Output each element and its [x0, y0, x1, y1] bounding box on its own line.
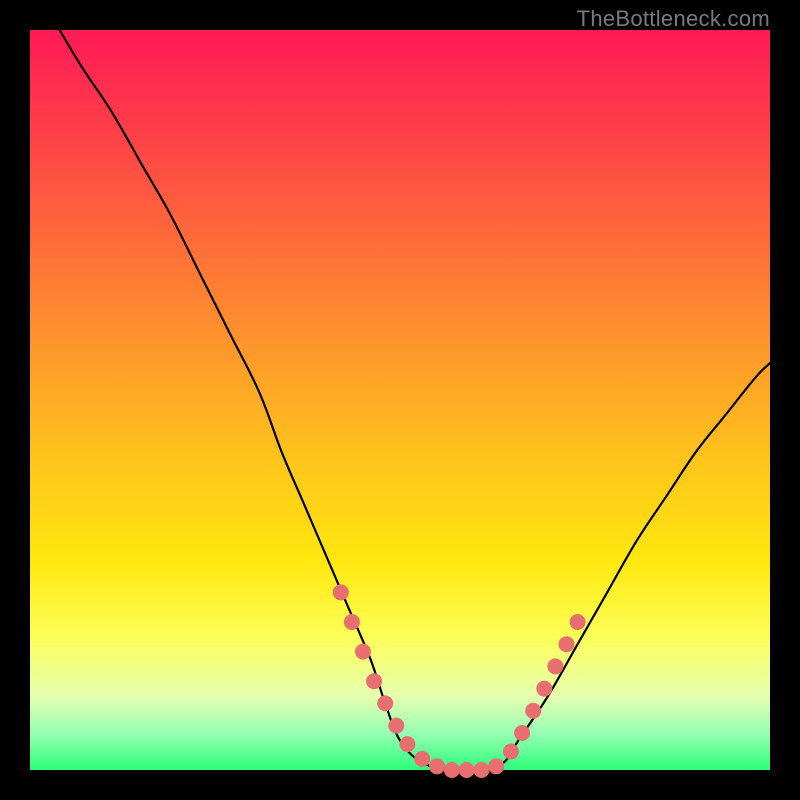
plot-area: [30, 30, 770, 770]
chart-frame: TheBottleneck.com: [0, 0, 800, 800]
fit-marker: [366, 673, 382, 689]
fit-marker: [559, 636, 575, 652]
fit-marker: [377, 695, 393, 711]
fit-marker: [473, 762, 489, 778]
fit-marker: [344, 614, 360, 630]
fit-marker: [503, 744, 519, 760]
fit-marker: [459, 762, 475, 778]
fit-marker: [488, 758, 504, 774]
fit-marker: [355, 644, 371, 660]
fit-marker: [333, 584, 349, 600]
fit-marker: [536, 681, 552, 697]
fit-marker: [388, 718, 404, 734]
fit-marker: [399, 736, 415, 752]
curve-svg: [30, 30, 770, 770]
fit-marker: [525, 703, 541, 719]
bottleneck-curve: [60, 30, 770, 771]
fit-marker: [570, 614, 586, 630]
watermark-text: TheBottleneck.com: [577, 6, 770, 32]
fit-marker: [414, 751, 430, 767]
fit-marker: [444, 762, 460, 778]
fit-marker: [547, 658, 563, 674]
fit-marker: [429, 758, 445, 774]
fit-marker-group: [333, 584, 586, 778]
fit-marker: [514, 725, 530, 741]
